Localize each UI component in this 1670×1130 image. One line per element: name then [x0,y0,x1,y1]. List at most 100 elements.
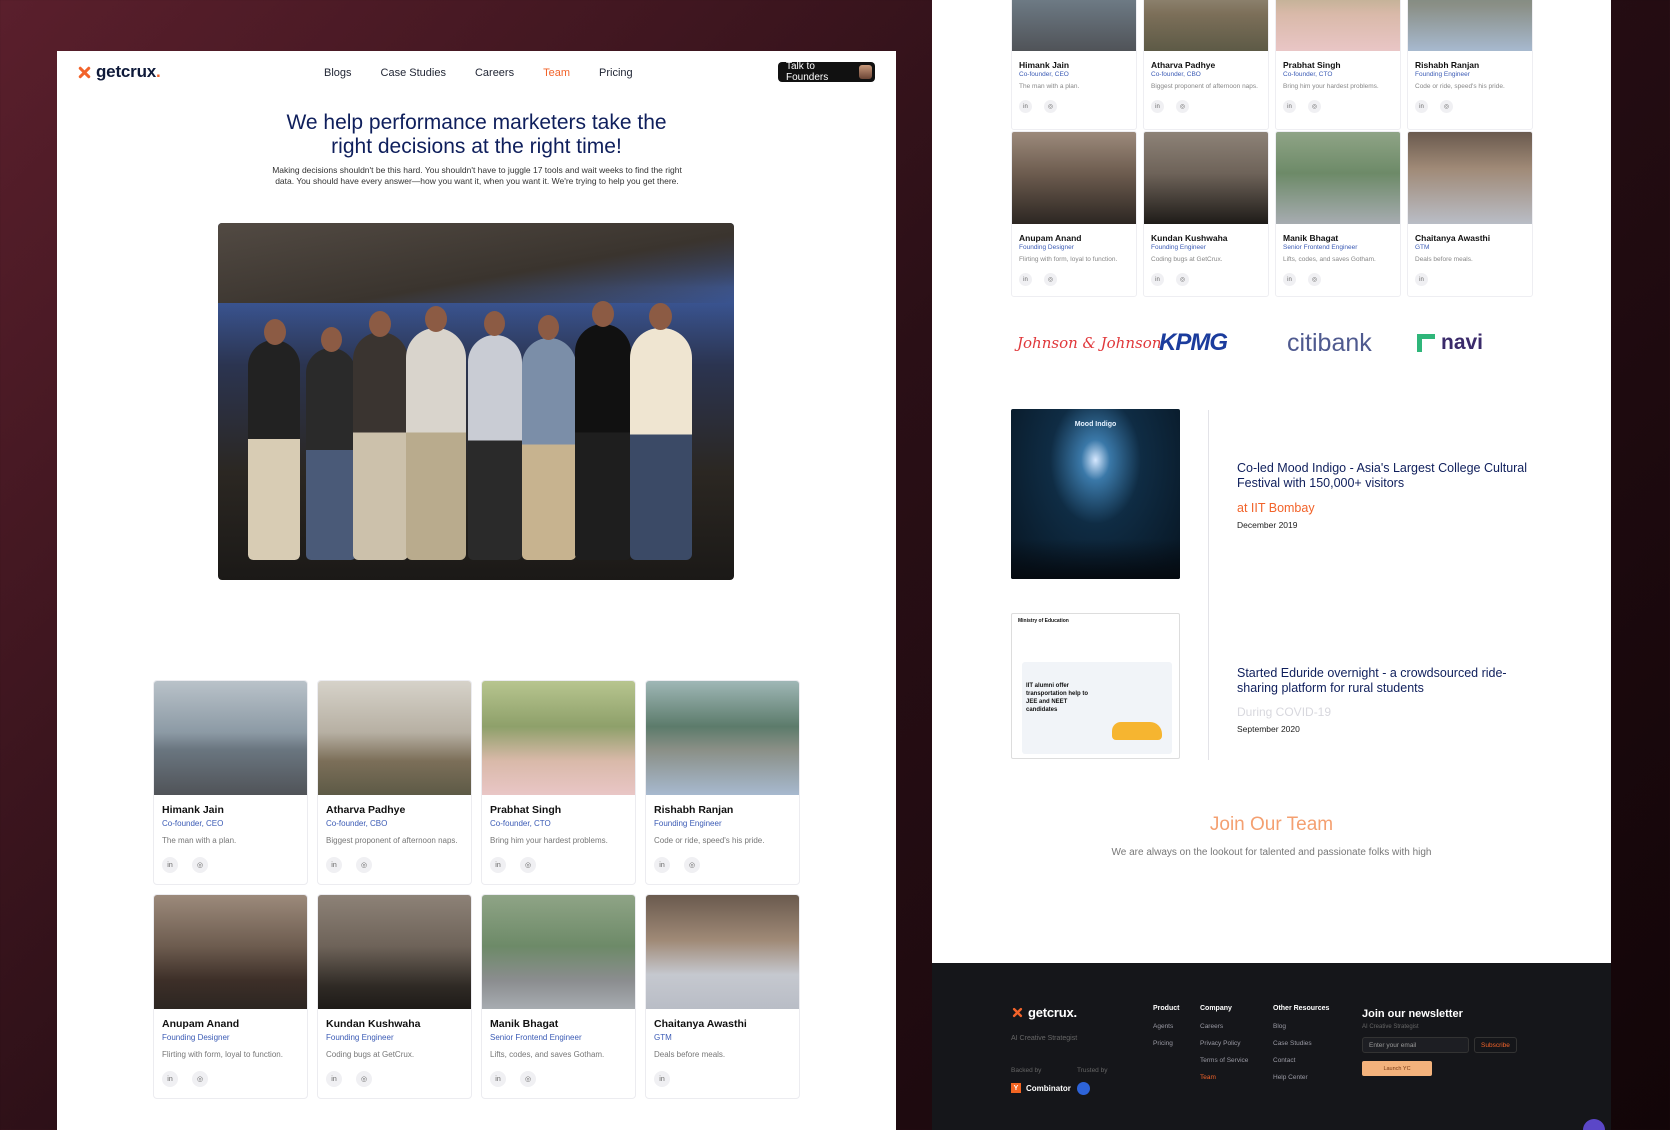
timeline-divider [1208,410,1209,760]
member-name: Himank Jain [1019,60,1070,70]
instagram-icon[interactable]: ◎ [1440,100,1453,113]
team-card: Rishabh Ranjan Founding Engineer Code or… [1407,0,1533,130]
member-bio: Biggest proponent of afternoon naps. [326,836,458,845]
linkedin-icon[interactable]: in [1151,273,1164,286]
linkedin-icon[interactable]: in [1283,273,1296,286]
instagram-icon[interactable]: ◎ [1044,273,1057,286]
col-heading: Product [1153,1005,1180,1012]
member-role: Founding Engineer [1151,244,1206,251]
nav-case-studies[interactable]: Case Studies [381,67,446,79]
nav-blogs[interactable]: Blogs [324,67,352,79]
footer-col-company: Company Careers Privacy Policy Terms of … [1200,1005,1248,1091]
member-bio: Bring him your hardest problems. [490,836,608,845]
footer-link-help[interactable]: Help Center [1273,1074,1329,1081]
eduride-image: Ministry of Education IIT alumni offer t… [1011,613,1180,759]
logo-text: getcrux [96,62,157,81]
footer-link-contact[interactable]: Contact [1273,1057,1329,1064]
nav-careers[interactable]: Careers [475,67,514,79]
linkedin-icon[interactable]: in [654,857,670,873]
linkedin-icon[interactable]: in [490,857,506,873]
member-bio: Bring him your hardest problems. [1283,83,1379,90]
linkedin-icon[interactable]: in [1415,273,1428,286]
crux-logo-icon [78,66,91,79]
member-bio: Lifts, codes, and saves Gotham. [490,1050,605,1059]
linkedin-icon[interactable]: in [1415,100,1428,113]
footer-link-blog[interactable]: Blog [1273,1023,1329,1030]
linkedin-icon[interactable]: in [326,1071,342,1087]
launch-badge[interactable]: Launch YC [1362,1061,1432,1076]
instagram-icon[interactable]: ◎ [356,1071,372,1087]
member-photo [1276,132,1400,224]
footer-link-terms[interactable]: Terms of Service [1200,1057,1248,1064]
subscribe-button[interactable]: Subscribe [1474,1037,1517,1053]
talk-to-founders-button[interactable]: Talk to Founders [778,61,875,83]
member-bio: Deals before meals. [654,1050,726,1059]
trust-badge-icon [1077,1082,1090,1095]
footer-link-careers[interactable]: Careers [1200,1023,1248,1030]
instagram-icon[interactable]: ◎ [520,1071,536,1087]
linkedin-icon[interactable]: in [654,1071,670,1087]
member-photo [482,895,635,1009]
member-photo [482,681,635,795]
email-input[interactable]: Enter your email [1362,1037,1469,1053]
member-role: Co-founder, CBO [326,819,388,828]
johnson-johnson-logo: Johnson & Johnson [1017,334,1162,352]
footer-link-privacy[interactable]: Privacy Policy [1200,1040,1248,1047]
footer-col-product: Product Agents Pricing [1153,1005,1179,1057]
member-bio: The man with a plan. [1019,83,1080,90]
linkedin-icon[interactable]: in [326,857,342,873]
member-name: Prabhat Singh [490,804,562,816]
getcrux-logo[interactable]: getcrux. [78,62,161,82]
linkedin-icon[interactable]: in [1019,100,1032,113]
member-role: Founding Engineer [326,1033,394,1042]
instagram-icon[interactable]: ◎ [192,1071,208,1087]
member-name: Anupam Anand [162,1018,240,1030]
member-name: Atharva Padhye [1151,60,1216,70]
instagram-icon[interactable]: ◎ [192,857,208,873]
footer-link-team[interactable]: Team [1200,1074,1248,1081]
member-bio: Flirting with form, loyal to function. [162,1050,283,1059]
image-caption: Mood Indigo [1074,421,1117,428]
instagram-icon[interactable]: ◎ [356,857,372,873]
image-caption: IIT alumni offer transportation help to … [1026,683,1088,713]
member-role: Co-founder, CBO [1151,71,1201,78]
footer-tagline: AI Creative Strategist [1011,1035,1078,1042]
footer-link-agents[interactable]: Agents [1153,1023,1179,1030]
founder-avatar [859,65,872,79]
instagram-icon[interactable]: ◎ [1308,273,1321,286]
member-name: Chaitanya Awasthi [1415,233,1491,243]
linkedin-icon[interactable]: in [162,1071,178,1087]
trusted-by-label: Trusted by [1077,1067,1108,1074]
instagram-icon[interactable]: ◎ [520,857,536,873]
footer-link-pricing[interactable]: Pricing [1153,1040,1179,1047]
member-name: Manik Bhagat [1283,233,1339,243]
footer-col-resources: Other Resources Blog Case Studies Contac… [1273,1005,1329,1091]
team-card: Himank Jain Co-founder, CEO The man with… [153,680,308,885]
footer-logo[interactable]: getcrux. [1011,1005,1077,1020]
instagram-icon[interactable]: ◎ [1176,273,1189,286]
linkedin-icon[interactable]: in [1283,100,1296,113]
member-name: Kundan Kushwaha [326,1018,421,1030]
member-role: Co-founder, CTO [1283,71,1333,78]
member-role: Founding Designer [162,1033,230,1042]
member-photo [154,895,307,1009]
left-page: getcrux. Blogs Case Studies Careers Team… [57,51,896,1130]
kpmg-logo: KPMG [1159,329,1228,356]
instagram-icon[interactable]: ◎ [1308,100,1321,113]
footer-link-case-studies[interactable]: Case Studies [1273,1040,1329,1047]
linkedin-icon[interactable]: in [490,1071,506,1087]
instagram-icon[interactable]: ◎ [684,857,700,873]
member-bio: Coding bugs at GetCrux. [1151,256,1223,263]
instagram-icon[interactable]: ◎ [1176,100,1189,113]
linkedin-icon[interactable]: in [1151,100,1164,113]
nav-team[interactable]: Team [543,67,570,79]
nav-pricing[interactable]: Pricing [599,67,633,79]
member-role: Founding Designer [1019,244,1074,251]
timeline-title-1: Co-led Mood Indigo - Asia's Largest Coll… [1237,461,1528,490]
linkedin-icon[interactable]: in [162,857,178,873]
linkedin-icon[interactable]: in [1019,273,1032,286]
hero-title-line-2: right decisions at the right time! [331,135,622,158]
instagram-icon[interactable]: ◎ [1044,100,1057,113]
backed-by-label: Backed by [1011,1067,1042,1074]
yc-icon: Y [1011,1083,1021,1093]
